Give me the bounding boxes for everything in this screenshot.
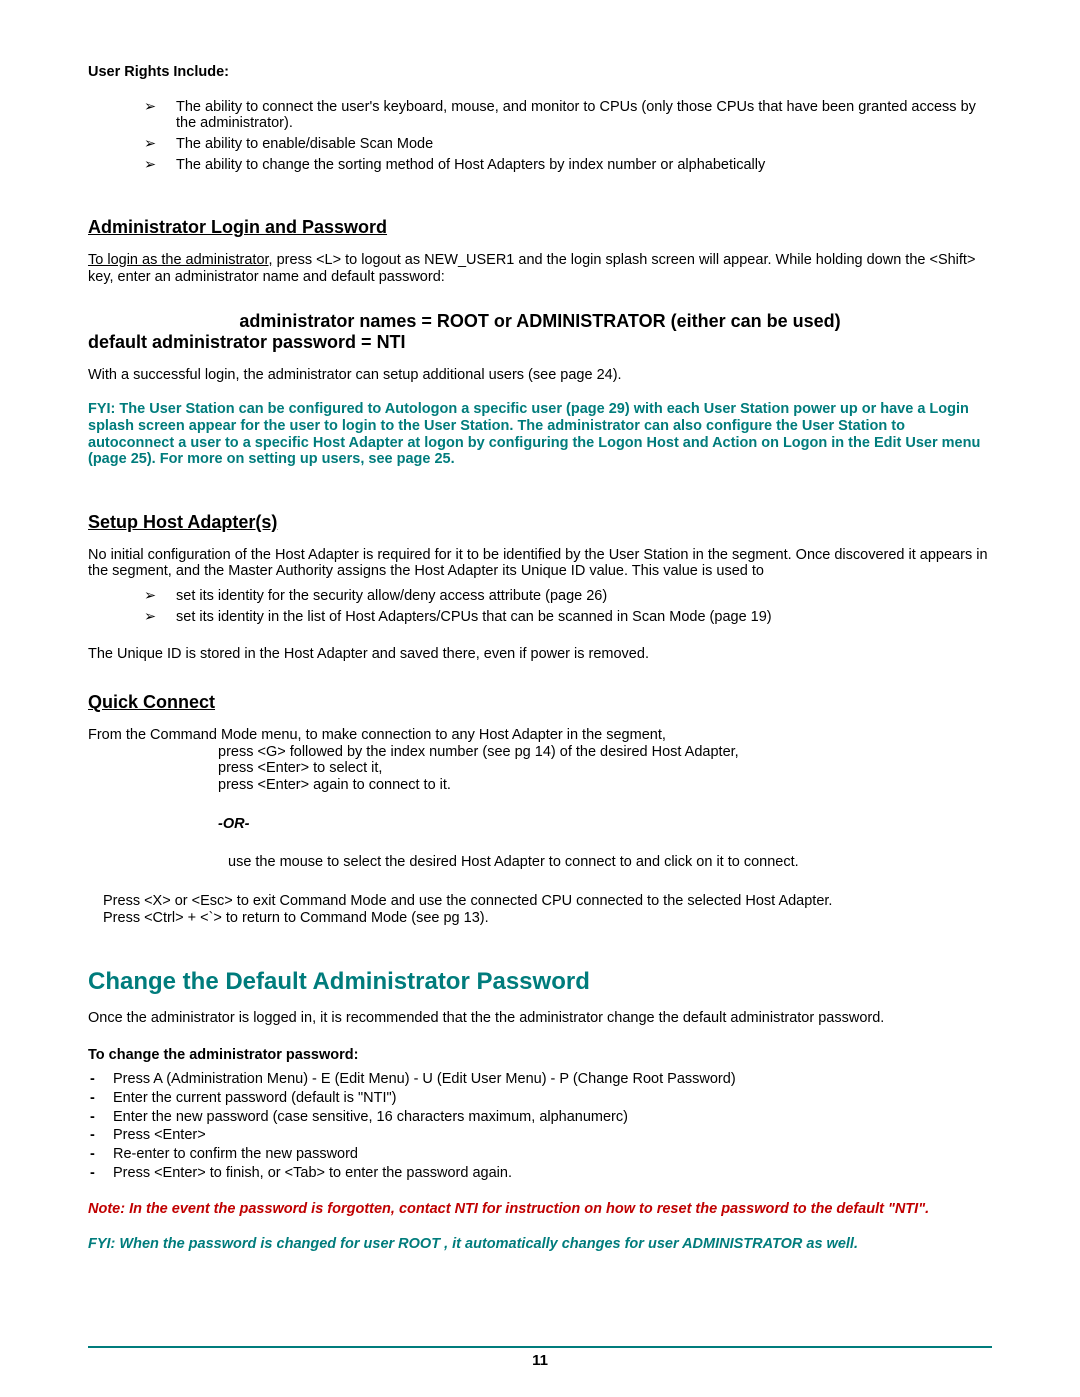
list-item: Re-enter to confirm the new password <box>88 1146 992 1163</box>
admin-default-line: default administrator password = NTI <box>88 332 992 353</box>
quick-l3: press <Enter> to select it, <box>218 760 992 777</box>
quick-or: -OR- <box>218 816 992 833</box>
change-intro: Once the administrator is logged in, it … <box>88 1010 992 1027</box>
list-item: set its identity for the security allow/… <box>144 588 992 605</box>
list-item: Press <Enter> <box>88 1127 992 1144</box>
list-item: set its identity in the list of Host Ada… <box>144 609 992 626</box>
admin-credentials-block: administrator names = ROOT or ADMINISTRA… <box>88 311 992 352</box>
admin-login-para: To login as the administrator, press <L>… <box>88 252 992 285</box>
user-rights-list: The ability to connect the user's keyboa… <box>144 99 992 174</box>
setup-host-list: set its identity for the security allow/… <box>144 588 992 625</box>
document-page: User Rights Include: The ability to conn… <box>0 0 1080 1397</box>
list-item: Enter the current password (default is "… <box>88 1090 992 1107</box>
quick-l2: press <G> followed by the index number (… <box>218 744 992 761</box>
list-item: The ability to enable/disable Scan Mode <box>144 136 992 153</box>
admin-login-heading: Administrator Login and Password <box>88 217 992 238</box>
admin-success-line: With a successful login, the administrat… <box>88 367 992 384</box>
page-footer: 11 <box>88 1346 992 1369</box>
admin-names-line: administrator names = ROOT or ADMINISTRA… <box>88 311 992 332</box>
list-item: Press A (Administration Menu) - E (Edit … <box>88 1071 992 1088</box>
setup-host-heading: Setup Host Adapter(s) <box>88 512 992 533</box>
user-rights-label: User Rights Include: <box>88 64 992 81</box>
list-item: Press <Enter> to finish, or <Tab> to ent… <box>88 1165 992 1182</box>
quick-connect-heading: Quick Connect <box>88 692 992 713</box>
quick-l1: From the Command Mode menu, to make conn… <box>88 727 992 744</box>
list-item: The ability to change the sorting method… <box>144 157 992 174</box>
change-sub-label: To change the administrator password: <box>88 1047 992 1064</box>
change-fyi-teal: FYI: When the password is changed for us… <box>88 1236 992 1253</box>
quick-l6: Press <X> or <Esc> to exit Command Mode … <box>103 893 992 910</box>
setup-host-para2: The Unique ID is stored in the Host Adap… <box>88 646 992 663</box>
change-note-red: Note: In the event the password is forgo… <box>88 1201 992 1218</box>
footer-rule <box>88 1346 992 1348</box>
page-number: 11 <box>88 1352 992 1369</box>
quick-l5: use the mouse to select the desired Host… <box>228 854 992 871</box>
admin-fyi-note: FYI: The User Station can be configured … <box>88 401 992 468</box>
change-password-heading: Change the Default Administrator Passwor… <box>88 968 992 996</box>
quick-l7: Press <Ctrl> + <`> to return to Command … <box>103 910 992 927</box>
list-item: The ability to connect the user's keyboa… <box>144 99 992 132</box>
login-lead: To login as the administrator, <box>88 252 273 268</box>
setup-host-para1: No initial configuration of the Host Ada… <box>88 547 992 580</box>
quick-l4: press <Enter> again to connect to it. <box>218 777 992 794</box>
change-steps-list: Press A (Administration Menu) - E (Edit … <box>88 1071 992 1181</box>
list-item: Enter the new password (case sensitive, … <box>88 1109 992 1126</box>
